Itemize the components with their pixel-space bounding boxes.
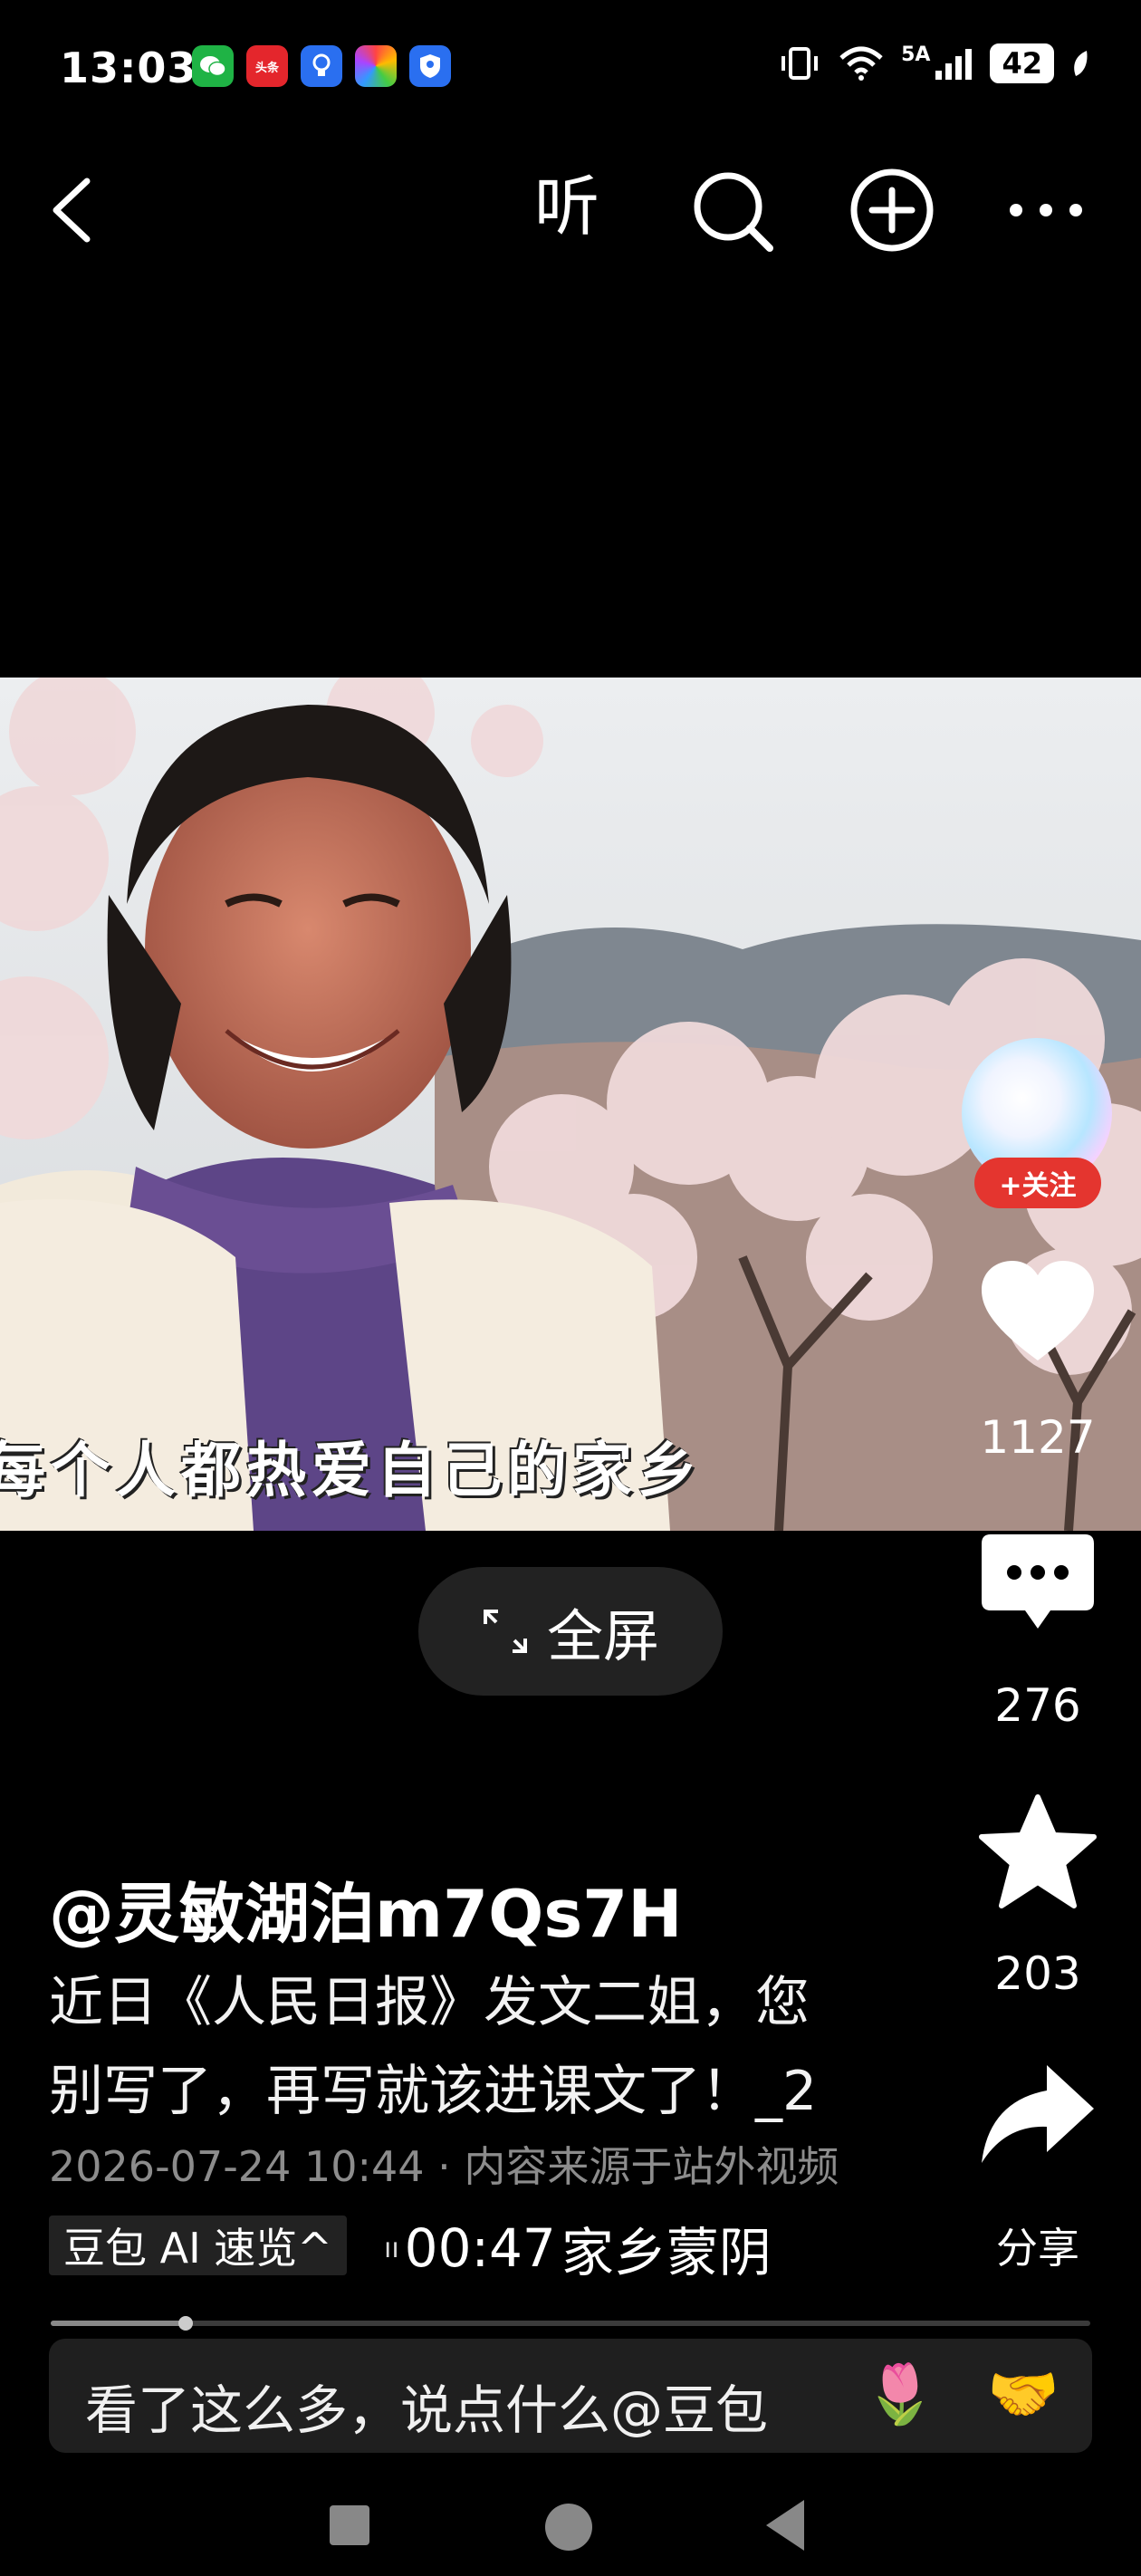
comment-button[interactable]	[978, 1531, 1098, 1639]
recent-apps-button[interactable]	[330, 2505, 369, 2545]
favorite-button[interactable]	[978, 1793, 1098, 1911]
post-title-line1: 近日《人民日报》发文二姐，您	[49, 1971, 810, 2034]
shield-icon	[409, 45, 451, 87]
wifi-icon	[839, 46, 883, 81]
post-title-line2: 别写了，再写就该进课文了！_2	[49, 2060, 818, 2123]
share-label: 分享	[996, 2224, 1079, 2273]
progress-fill	[51, 2321, 187, 2326]
video-subtitle-text: 每个人都热爱自己的家乡	[0, 1435, 703, 1505]
vibrate-icon	[781, 47, 819, 80]
plus-circle-icon	[850, 168, 934, 252]
network-type: 5A	[901, 43, 931, 66]
handshake-emoji-button[interactable]: 🤝	[987, 2360, 1060, 2428]
comment-bubble-icon	[982, 1534, 1094, 1629]
comment-count: 276	[994, 1679, 1081, 1732]
audio-title: 家乡蒙阴	[561, 2222, 772, 2283]
expand-icon	[483, 1610, 527, 1653]
comment-placeholder[interactable]: 看了这么多，说点什么@豆包	[85, 2368, 768, 2444]
author-name[interactable]: @灵敏湖泊m7Qs7H	[49, 1860, 683, 1956]
search-icon	[694, 172, 773, 252]
fullscreen-button[interactable]: 全屏	[418, 1567, 723, 1696]
audio-bars-icon: ıı	[384, 2232, 399, 2264]
status-time: 13:03	[60, 43, 197, 92]
like-count: 1127	[980, 1411, 1096, 1464]
rose-emoji-button[interactable]: 🌷	[864, 2360, 936, 2428]
add-button[interactable]	[842, 163, 942, 254]
follow-button[interactable]: +关注	[974, 1158, 1101, 1208]
more-dots-icon	[1010, 204, 1082, 216]
search-button[interactable]	[681, 163, 781, 254]
progress-handle[interactable]	[178, 2316, 194, 2331]
more-button[interactable]	[1005, 163, 1087, 254]
post-meta: 2026-07-24 10:44 · 内容来源于站外视频	[49, 2142, 839, 2191]
leaf-icon	[1074, 51, 1088, 76]
signal-icon	[935, 49, 973, 80]
comment-input-bar[interactable]: 看了这么多，说点什么@豆包 🌷 🤝	[49, 2339, 1092, 2453]
share-arrow-icon	[982, 2065, 1094, 2163]
video-duration: 00:47	[404, 2217, 556, 2279]
photos-icon	[355, 45, 397, 87]
bulb-icon	[301, 45, 342, 87]
toutiao-icon: 头条	[246, 45, 288, 87]
home-button[interactable]	[545, 2504, 592, 2551]
battery-level: 42	[990, 43, 1054, 83]
status-indicators: 5A 42	[778, 43, 1090, 83]
back-button[interactable]	[36, 163, 109, 254]
heart-icon	[982, 1261, 1094, 1360]
notification-app-icons: 头条	[192, 45, 451, 87]
fullscreen-label: 全屏	[546, 1603, 659, 1669]
system-back-button[interactable]	[766, 2500, 804, 2551]
ai-summary-chip[interactable]: 豆包 AI 速览^	[49, 2216, 347, 2275]
video-progress-bar[interactable]	[51, 2316, 1090, 2331]
star-icon	[979, 1794, 1097, 1908]
listen-button[interactable]: 听	[534, 161, 599, 252]
share-button[interactable]	[978, 2062, 1098, 2170]
chevron-left-icon	[53, 178, 91, 243]
wechat-icon	[192, 45, 234, 87]
favorite-count: 203	[994, 1947, 1081, 2000]
audio-info[interactable]: ıı 00:47 家乡蒙阴	[384, 2210, 772, 2286]
like-button[interactable]	[978, 1257, 1098, 1366]
